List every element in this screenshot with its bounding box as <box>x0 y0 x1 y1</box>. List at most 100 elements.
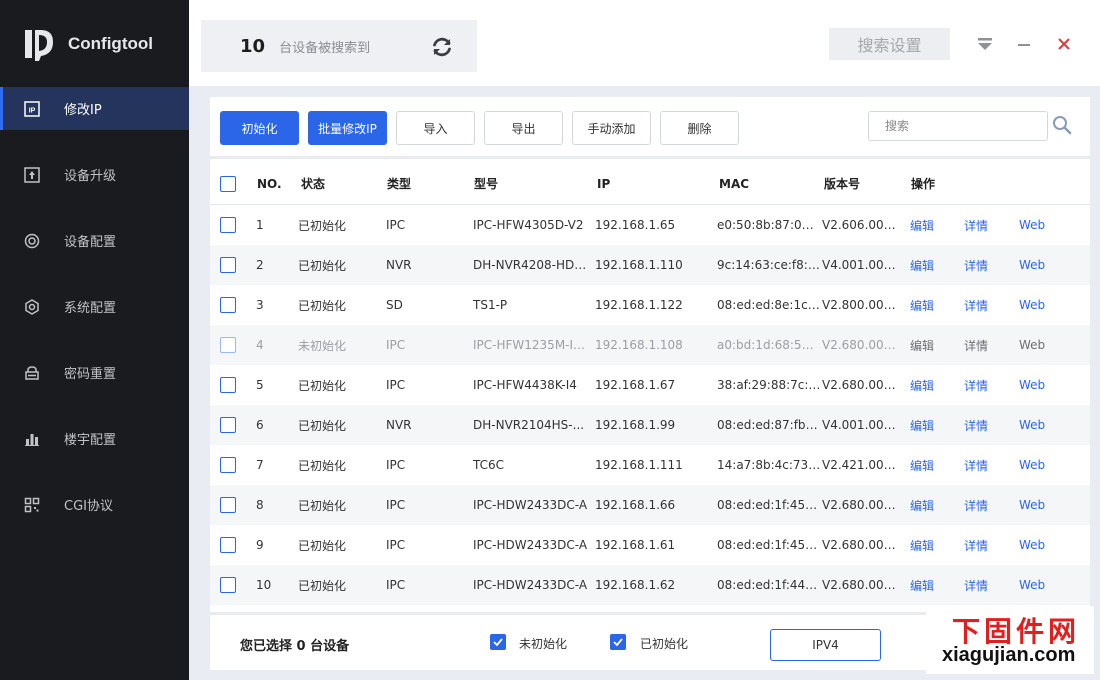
search-input[interactable] <box>868 111 1048 141</box>
details-link[interactable]: 详情 <box>964 417 1004 434</box>
web-link[interactable]: Web <box>1019 418 1059 432</box>
device-count: 10 <box>240 35 266 57</box>
delete-button[interactable]: 删除 <box>660 111 739 145</box>
table-row[interactable]: 10 已初始化 IPC IPC-HDW2433DC-A 192.168.1.62 08:e… <box>210 565 1090 605</box>
manual-add-button[interactable]: 手动添加 <box>572 111 651 145</box>
table-row[interactable]: 1 已初始化 IPC IPC-HFW4305D-V2 192.168.1.65 e0:50… <box>210 205 1090 245</box>
selection-prefix: 您已选择 <box>240 639 293 654</box>
sidebar-item-building-config[interactable]: 楼宇配置 <box>0 417 189 460</box>
details-link[interactable]: 详情 <box>964 297 1004 314</box>
details-link[interactable]: 详情 <box>964 377 1004 394</box>
sidebar-item-system-config[interactable]: 系统配置 <box>0 285 189 328</box>
svg-text:IP: IP <box>29 107 36 114</box>
selection-suffix: 台设备 <box>310 639 350 654</box>
details-link[interactable]: 详情 <box>964 337 1004 354</box>
web-link[interactable]: Web <box>1019 378 1059 392</box>
row-checkbox[interactable] <box>220 297 236 313</box>
cell-no: 8 <box>256 498 264 512</box>
row-checkbox[interactable] <box>220 257 236 273</box>
edit-link[interactable]: 编辑 <box>910 217 950 234</box>
cell-no: 4 <box>256 338 264 352</box>
row-checkbox[interactable] <box>220 577 236 593</box>
web-link[interactable]: Web <box>1019 258 1059 272</box>
edit-link[interactable]: 编辑 <box>910 497 950 514</box>
table-row[interactable]: 9 已初始化 IPC IPC-HDW2433DC-A 192.168.1.61 08:ed… <box>210 525 1090 565</box>
toolbar: 初始化 批量修改IP 导入 导出 手动添加 删除 <box>210 97 1090 159</box>
sidebar-item-device-config[interactable]: 设备配置 <box>0 219 189 262</box>
minimize-icon[interactable] <box>1014 34 1034 54</box>
edit-link[interactable]: 编辑 <box>910 337 950 354</box>
cell-version: V2.800.000... <box>822 298 902 312</box>
search-settings-button[interactable]: 搜索设置 <box>829 28 950 60</box>
details-link[interactable]: 详情 <box>964 257 1004 274</box>
table-row[interactable]: 3 已初始化 SD TS1-P 192.168.1.122 08:ed:ed:8e:1c:… <box>210 285 1090 325</box>
edit-link[interactable]: 编辑 <box>910 537 950 554</box>
cell-status: 已初始化 <box>298 218 347 233</box>
web-link[interactable]: Web <box>1019 458 1059 472</box>
web-link[interactable]: Web <box>1019 298 1059 312</box>
cell-no: 5 <box>256 378 264 392</box>
row-checkbox[interactable] <box>220 497 236 513</box>
column-header-actions: 操作 <box>911 177 936 191</box>
export-button[interactable]: 导出 <box>484 111 563 145</box>
checkmark-icon <box>613 638 623 647</box>
table-row[interactable]: 5 已初始化 IPC IPC-HFW4438K-I4 192.168.1.67 38:af… <box>210 365 1090 405</box>
cell-version: V4.001.000... <box>822 418 902 432</box>
cell-ip: 192.168.1.66 <box>595 498 676 512</box>
watermark: 下固件网 xiagujian.com <box>926 606 1094 674</box>
device-found-summary: 10 台设备被搜索到 <box>201 20 477 72</box>
filter-uninitialized-checkbox[interactable] <box>490 634 506 650</box>
row-checkbox[interactable] <box>220 417 236 433</box>
edit-link[interactable]: 编辑 <box>910 377 950 394</box>
cell-type: IPC <box>386 578 406 592</box>
cell-type: SD <box>386 298 403 312</box>
device-found-label: 台设备被搜索到 <box>279 40 371 56</box>
cell-status: 未初始化 <box>298 338 347 353</box>
row-checkbox[interactable] <box>220 217 236 233</box>
table-row[interactable]: 6 已初始化 NVR DH-NVR2104HS-... 192.168.1.99 08:e… <box>210 405 1090 445</box>
table-row[interactable]: 2 已初始化 NVR DH-NVR4208-HDS2 192.168.1.110 9c:1… <box>210 245 1090 285</box>
filter-initialized-label: 已初始化 <box>640 637 689 651</box>
sidebar-item-device-upgrade[interactable]: 设备升级 <box>0 153 189 196</box>
initialize-button[interactable]: 初始化 <box>220 111 299 145</box>
row-checkbox[interactable] <box>220 537 236 553</box>
sidebar-item-modify-ip[interactable]: IP 修改IP <box>0 87 189 130</box>
app-name: Configtool <box>68 34 153 53</box>
details-link[interactable]: 详情 <box>964 537 1004 554</box>
edit-link[interactable]: 编辑 <box>910 417 950 434</box>
details-link[interactable]: 详情 <box>964 457 1004 474</box>
close-icon[interactable] <box>1054 34 1074 54</box>
table-row[interactable]: 4 未初始化 IPC IPC-HFW1235M-I1... 192.168.1.108 a… <box>210 325 1090 365</box>
building-config-icon <box>24 431 40 447</box>
sidebar-item-cgi[interactable]: CGI协议 <box>0 483 189 526</box>
details-link[interactable]: 详情 <box>964 577 1004 594</box>
cell-ip: 192.168.1.62 <box>595 578 676 592</box>
web-link[interactable]: Web <box>1019 538 1059 552</box>
table-row[interactable]: 8 已初始化 IPC IPC-HDW2433DC-A 192.168.1.66 08:ed… <box>210 485 1090 525</box>
web-link[interactable]: Web <box>1019 218 1059 232</box>
cell-model: IPC-HFW4438K-I4 <box>473 378 577 392</box>
edit-link[interactable]: 编辑 <box>910 457 950 474</box>
web-link[interactable]: Web <box>1019 578 1059 592</box>
search-icon[interactable] <box>1052 115 1072 135</box>
filter-initialized-checkbox[interactable] <box>610 634 626 650</box>
web-link[interactable]: Web <box>1019 338 1059 352</box>
import-button[interactable]: 导入 <box>396 111 475 145</box>
details-link[interactable]: 详情 <box>964 497 1004 514</box>
edit-link[interactable]: 编辑 <box>910 577 950 594</box>
details-link[interactable]: 详情 <box>964 217 1004 234</box>
web-link[interactable]: Web <box>1019 498 1059 512</box>
cell-version: V2.680.000... <box>822 338 902 352</box>
table-row[interactable]: 7 已初始化 IPC TC6C 192.168.1.111 14:a7:8b:4c:73:… <box>210 445 1090 485</box>
row-checkbox[interactable] <box>220 457 236 473</box>
ipv4-button[interactable]: IPV4 <box>770 629 881 661</box>
batch-modify-ip-button[interactable]: 批量修改IP <box>308 111 387 145</box>
row-checkbox[interactable] <box>220 377 236 393</box>
dropdown-menu-icon[interactable] <box>975 34 995 54</box>
sidebar-item-password-reset[interactable]: 密码重置 <box>0 351 189 394</box>
row-checkbox[interactable] <box>220 337 236 353</box>
refresh-icon[interactable] <box>429 34 455 60</box>
edit-link[interactable]: 编辑 <box>910 297 950 314</box>
select-all-checkbox[interactable] <box>220 176 236 192</box>
edit-link[interactable]: 编辑 <box>910 257 950 274</box>
